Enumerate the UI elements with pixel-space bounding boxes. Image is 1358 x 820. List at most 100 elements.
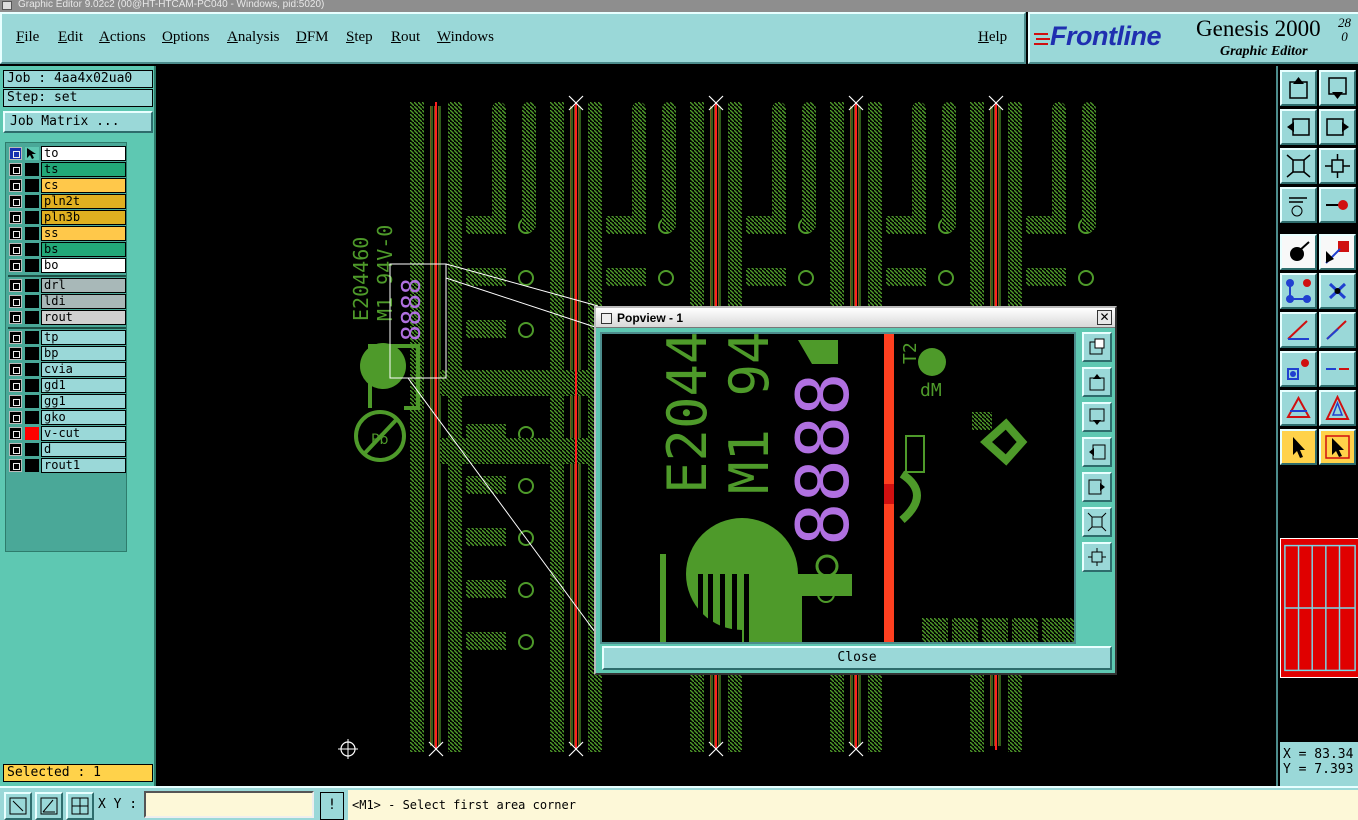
snap-grid-button[interactable]	[4, 792, 32, 820]
triangle-tool-button[interactable]	[1280, 390, 1317, 426]
layer-color-swatch[interactable]	[25, 379, 39, 392]
menu-file[interactable]: File	[16, 29, 39, 46]
layer-name[interactable]: gg1	[41, 394, 126, 409]
layer-checkbox[interactable]	[9, 363, 22, 376]
popview-titlebar[interactable]: Popview - 1	[596, 308, 1115, 328]
layer-color-swatch[interactable]	[25, 243, 39, 256]
layer-name[interactable]: bo	[41, 258, 126, 273]
layer-name[interactable]: d	[41, 442, 126, 457]
angle-snap-button[interactable]	[35, 792, 63, 820]
layer-checkbox[interactable]	[9, 259, 22, 272]
layer-color-swatch[interactable]	[25, 311, 39, 324]
layer-name[interactable]: rout1	[41, 458, 126, 473]
arrow-tool-button[interactable]	[1319, 390, 1356, 426]
layer-row-gg1[interactable]: gg1	[8, 394, 126, 409]
layer-color-swatch[interactable]	[25, 363, 39, 376]
layer-row-bp[interactable]: bp	[8, 346, 126, 361]
layer-row-pln3b[interactable]: pln3b	[8, 210, 126, 225]
exclamation-button[interactable]: !	[320, 792, 344, 820]
menu-edit[interactable]: Edit	[58, 29, 83, 46]
layer-color-swatch[interactable]	[25, 347, 39, 360]
layer-name[interactable]: ss	[41, 226, 126, 241]
layer-row-gko[interactable]: gko	[8, 410, 126, 425]
layer-color-swatch[interactable]	[25, 295, 39, 308]
layer-name[interactable]: tp	[41, 330, 126, 345]
layer-checkbox[interactable]	[9, 311, 22, 324]
layer-color-swatch[interactable]	[25, 395, 39, 408]
layer-checkbox[interactable]	[9, 331, 22, 344]
layer-row-ss[interactable]: ss	[8, 226, 126, 241]
pan-up-button[interactable]	[1280, 70, 1317, 106]
menu-step[interactable]: Step	[346, 29, 373, 46]
popview-zoom-fit-button[interactable]	[1082, 332, 1112, 362]
layer-color-swatch[interactable]	[25, 279, 39, 292]
mini-map[interactable]	[1280, 538, 1358, 678]
layer-color-swatch[interactable]	[25, 195, 39, 208]
pan-left-button[interactable]	[1280, 109, 1317, 145]
layer-checkbox[interactable]	[9, 395, 22, 408]
layer-row-cvia[interactable]: cvia	[8, 362, 126, 377]
split-line-button[interactable]	[1319, 351, 1356, 387]
layer-name[interactable]: to	[41, 146, 126, 161]
layer-color-swatch[interactable]	[25, 179, 39, 192]
delete-node-button[interactable]	[1319, 273, 1356, 309]
layer-checkbox[interactable]	[9, 427, 22, 440]
layer-row-to[interactable]: to	[8, 146, 126, 161]
layer-name[interactable]: gko	[41, 410, 126, 425]
layer-row-drl[interactable]: drl	[8, 278, 126, 293]
popview-pan-down-button[interactable]	[1082, 402, 1112, 432]
menu-help[interactable]: Help	[978, 29, 1007, 46]
layer-color-swatch[interactable]	[25, 211, 39, 224]
layer-row-rout1[interactable]: rout1	[8, 458, 126, 473]
layer-checkbox[interactable]	[9, 443, 22, 456]
popview-zoom-in-button[interactable]	[1082, 507, 1112, 537]
grid-toggle-button[interactable]	[66, 792, 94, 820]
layer-checkbox[interactable]	[9, 379, 22, 392]
select-area-button[interactable]	[1319, 429, 1356, 465]
popview-close-button[interactable]: Close	[602, 646, 1112, 670]
layer-name[interactable]: ldi	[41, 294, 126, 309]
layer-color-swatch[interactable]	[25, 443, 39, 456]
layer-name[interactable]: gd1	[41, 378, 126, 393]
menu-options[interactable]: Options	[162, 29, 210, 46]
add-line-button[interactable]	[1319, 234, 1356, 270]
layer-name[interactable]: ts	[41, 162, 126, 177]
menu-rout[interactable]: Rout	[391, 29, 420, 46]
layer-name[interactable]: bp	[41, 346, 126, 361]
layer-name[interactable]: pln3b	[41, 210, 126, 225]
job-matrix-button[interactable]: Job Matrix ...	[3, 111, 153, 133]
layer-name[interactable]: bs	[41, 242, 126, 257]
layer-row-d[interactable]: d	[8, 442, 126, 457]
layer-color-swatch[interactable]	[25, 459, 39, 472]
popview-zoom-out-button[interactable]	[1082, 542, 1112, 572]
layer-color-swatch[interactable]	[25, 147, 39, 160]
popview-pan-right-button[interactable]	[1082, 472, 1112, 502]
layer-checkbox[interactable]	[9, 163, 22, 176]
layer-color-swatch[interactable]	[25, 163, 39, 176]
layer-color-swatch[interactable]	[25, 427, 39, 440]
layer-row-tp[interactable]: tp	[8, 330, 126, 345]
move-pad-button[interactable]	[1280, 351, 1317, 387]
connect-nodes-button[interactable]	[1280, 273, 1317, 309]
layer-row-gd1[interactable]: gd1	[8, 378, 126, 393]
layer-row-rout[interactable]: rout	[8, 310, 126, 325]
layer-row-ts[interactable]: ts	[8, 162, 126, 177]
layer-name[interactable]: cs	[41, 178, 126, 193]
pan-right-button[interactable]	[1319, 109, 1356, 145]
layer-row-cs[interactable]: cs	[8, 178, 126, 193]
popview-pan-left-button[interactable]	[1082, 437, 1112, 467]
menu-analysis[interactable]: Analysis	[227, 29, 280, 46]
popview-canvas[interactable]: E204460 M1 94V-0 8888 dM T2	[600, 332, 1076, 644]
layer-checkbox[interactable]	[9, 347, 22, 360]
layer-name[interactable]: drl	[41, 278, 126, 293]
layer-checkbox[interactable]	[9, 227, 22, 240]
layer-checkbox[interactable]	[9, 295, 22, 308]
layer-row-v-cut[interactable]: v-cut	[8, 426, 126, 441]
layer-row-ldi[interactable]: ldi	[8, 294, 126, 309]
xy-input[interactable]	[144, 791, 314, 818]
layer-color-swatch[interactable]	[25, 259, 39, 272]
add-pad-button[interactable]	[1280, 234, 1317, 270]
menu-actions[interactable]: Actions	[99, 29, 146, 46]
zoom-in-button[interactable]	[1280, 148, 1317, 184]
draw-line-right-button[interactable]	[1319, 312, 1356, 348]
